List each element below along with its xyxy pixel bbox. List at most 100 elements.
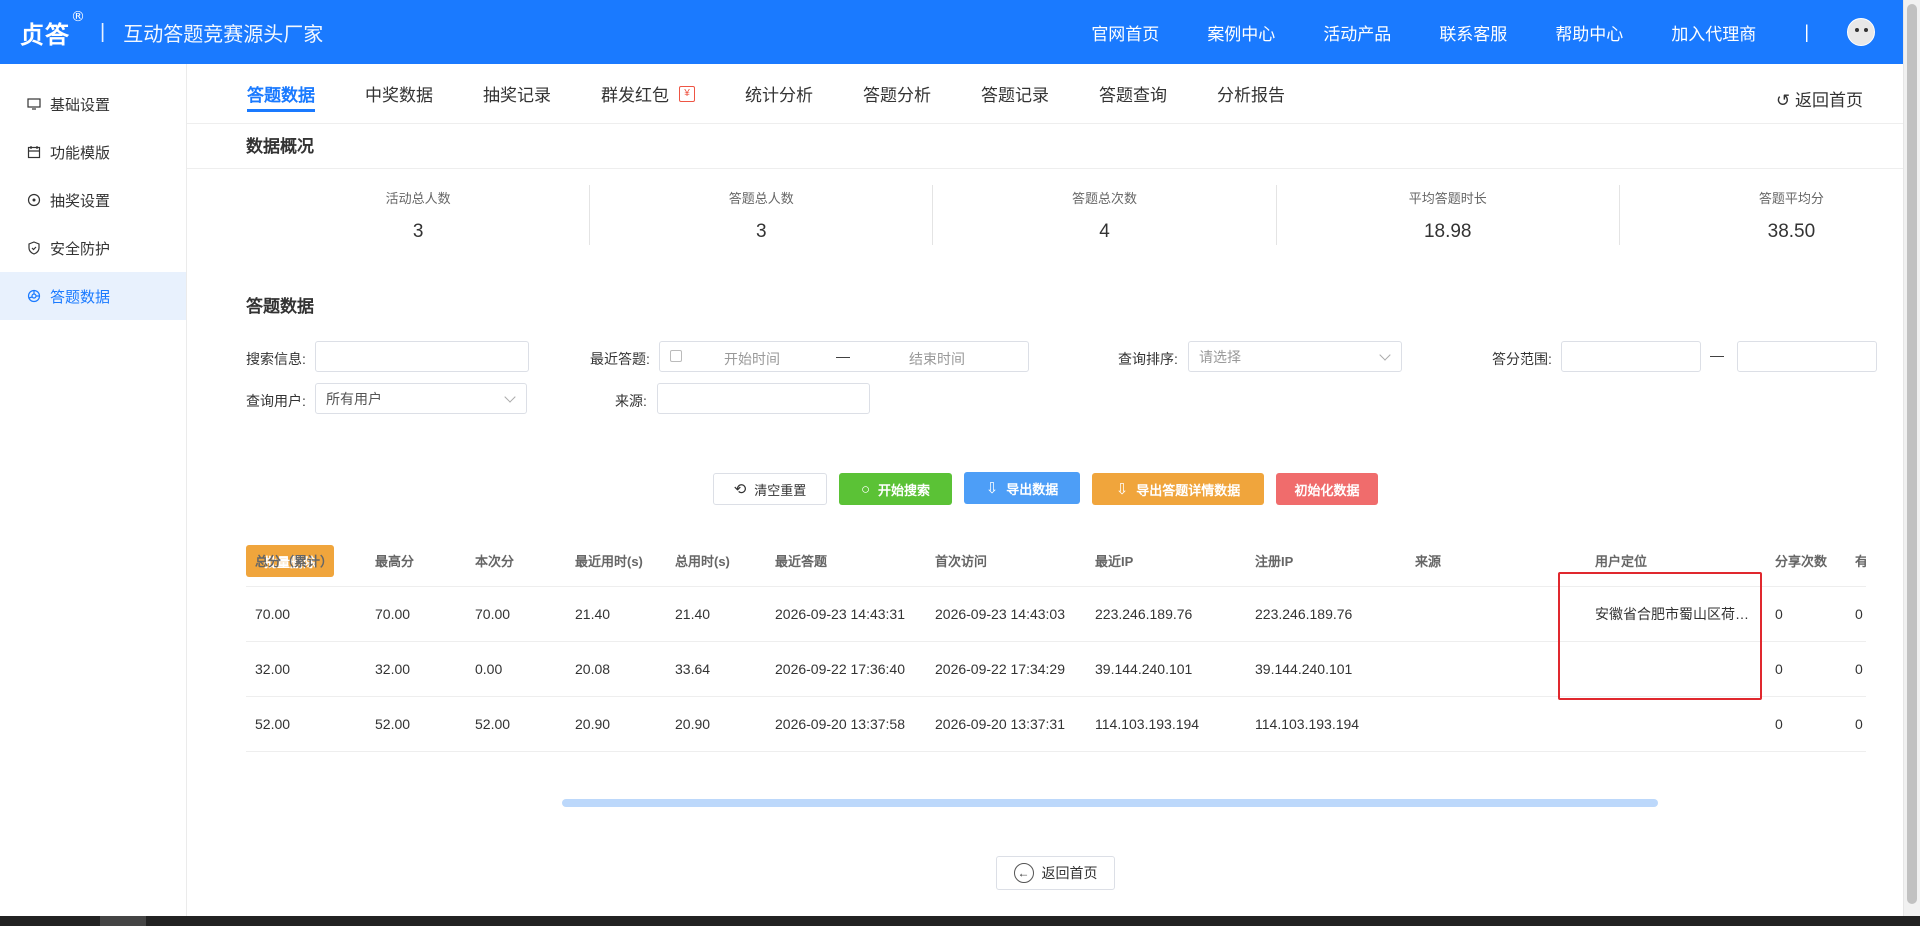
sort-label: 查询排序: [1118, 351, 1178, 367]
sidebar-item-basic-settings[interactable]: 基础设置 [0, 80, 186, 128]
nav-contact[interactable]: 联系客服 [1439, 20, 1507, 45]
export-detail-button[interactable]: ⇩ 导出答题详情数据 [1092, 473, 1264, 505]
nav-divider: | [1804, 21, 1809, 42]
stats-panel: 活动总人数 3 答题总人数 3 答题总次数 4 平均答题时长 18.98 答题平均分 38… [247, 185, 1920, 245]
cell-total-time: 20.90 [675, 716, 711, 732]
search-input[interactable] [315, 341, 529, 372]
answer-data-title: 答题数据 [246, 297, 314, 316]
nav-help[interactable]: 帮助中心 [1555, 20, 1623, 45]
score-range-label: 答分范围: [1492, 351, 1552, 367]
cell-recent-ip: 39.144.240.101 [1095, 661, 1193, 677]
tab-answer-records[interactable]: 答题记录 [981, 64, 1049, 124]
chevron-down-icon [1379, 349, 1391, 361]
sidebar-item-templates[interactable]: 功能模版 [0, 128, 186, 176]
arrow-left-icon: ← [1013, 863, 1034, 883]
start-date-input[interactable]: 开始时间 [724, 349, 780, 369]
recent-answer-label: 最近答题: [590, 351, 650, 367]
col-share-count[interactable]: 分享次数 [1766, 551, 1846, 570]
overview-title: 数据概况 [246, 137, 314, 156]
user-label: 查询用户: [246, 393, 306, 409]
tab-winning-data[interactable]: 中奖数据 [365, 64, 433, 124]
nav-agent[interactable]: 加入代理商 [1671, 20, 1756, 45]
reset-button[interactable]: ⟲ 清空重置 [713, 473, 827, 505]
page-scrollbar[interactable] [1903, 0, 1920, 926]
taskbar [0, 916, 1920, 926]
nav-home[interactable]: 官网首页 [1091, 20, 1159, 45]
tab-red-packet[interactable]: 群发红包 ¥ [601, 64, 695, 124]
col-total-time[interactable]: 总用时(s) [666, 551, 766, 570]
col-first-visit[interactable]: 首次访问 [926, 551, 1086, 570]
col-recent-time[interactable]: 最近用时(s) [566, 551, 666, 570]
brand-slogan: 互动答题竞赛源头厂家 [123, 23, 324, 46]
score-max-input[interactable] [1737, 341, 1877, 372]
sidebar-item-security[interactable]: 安全防护 [0, 224, 186, 272]
tab-bar: 答题数据 中奖数据 抽奖记录 群发红包 ¥ 统计分析 答题分析 答题记录 答题查询… [187, 64, 1903, 124]
top-header: 贞答 ® | 互动答题竞赛源头厂家 官网首页 案例中心 活动产品 联系客服 帮助中… [0, 0, 1903, 64]
table-horizontal-scrollbar[interactable] [562, 799, 1658, 807]
col-recent-ip[interactable]: 最近IP [1086, 551, 1246, 570]
score-range-dash: — [1710, 347, 1724, 363]
refresh-icon: ⟲ [733, 481, 747, 498]
cell-total-time: 33.64 [675, 661, 711, 677]
avatar[interactable] [1847, 18, 1875, 46]
col-max-score[interactable]: 最高分 [366, 551, 466, 570]
cell-truncated: 0 [1855, 661, 1863, 677]
export-button[interactable]: ⇩ 导出数据 [964, 472, 1080, 504]
table-row[interactable]: 52.00 52.00 52.00 20.90 20.90 2026-09-20… [246, 697, 1866, 752]
cell-recent-time: 20.08 [575, 661, 611, 677]
monitor-icon [26, 96, 42, 112]
top-nav: 官网首页 案例中心 活动产品 联系客服 帮助中心 加入代理商 | [1091, 0, 1903, 64]
sidebar-item-lottery[interactable]: 抽奖设置 [0, 176, 186, 224]
col-user-location[interactable]: 用户定位 [1586, 551, 1766, 570]
end-date-input[interactable]: 结束时间 [909, 349, 965, 369]
cell-recent-ip: 114.103.193.194 [1095, 716, 1200, 732]
cell-register-ip: 114.103.193.194 [1255, 716, 1360, 732]
user-select[interactable]: 所有用户 [315, 383, 527, 414]
sidebar-item-answer-data[interactable]: 答题数据 [0, 272, 186, 320]
init-data-button[interactable]: 初始化数据 [1276, 473, 1378, 505]
tab-answer-query[interactable]: 答题查询 [1099, 64, 1167, 124]
col-register-ip[interactable]: 注册IP [1246, 551, 1406, 570]
page-scrollbar-thumb[interactable] [1907, 4, 1917, 904]
cell-register-ip: 39.144.240.101 [1255, 661, 1353, 677]
search-label: 搜索信息: [246, 351, 306, 367]
tab-answer-analysis[interactable]: 答题分析 [863, 64, 931, 124]
col-source[interactable]: 来源 [1406, 551, 1586, 570]
bottom-back-home-button[interactable]: ← 返回首页 [996, 856, 1115, 890]
nav-products[interactable]: 活动产品 [1323, 20, 1391, 45]
shield-icon [26, 240, 42, 256]
taskbar-item[interactable] [100, 916, 146, 926]
search-button[interactable]: ○ 开始搜索 [839, 473, 952, 505]
cell-recent-answer: 2026-09-20 13:37:58 [775, 716, 905, 732]
date-range-picker[interactable]: 开始时间 — 结束时间 [659, 341, 1029, 372]
highlight-box [1558, 572, 1762, 700]
source-label: 来源: [615, 393, 647, 409]
cell-current-score: 52.00 [475, 716, 511, 732]
stat-avg-duration: 平均答题时长 18.98 [1277, 185, 1620, 245]
sidebar: 基础设置 功能模版 抽奖设置 安全防护 答题数据 [0, 64, 187, 916]
nav-cases[interactable]: 案例中心 [1207, 20, 1275, 45]
cell-first-visit: 2026-09-23 14:43:03 [935, 606, 1065, 622]
brand-logo[interactable]: 贞答 ® [20, 9, 85, 50]
col-recent-answer[interactable]: 最近答题 [766, 551, 926, 570]
sort-select[interactable]: 请选择 [1188, 341, 1402, 372]
cell-recent-answer: 2026-09-23 14:43:31 [775, 606, 905, 622]
sidebar-item-label: 答题数据 [50, 288, 111, 306]
cell-share-count: 0 [1775, 606, 1783, 622]
tab-report[interactable]: 分析报告 [1217, 64, 1285, 124]
search-icon: ○ [860, 480, 871, 498]
score-min-input[interactable] [1561, 341, 1701, 372]
tab-answer-data[interactable]: 答题数据 [247, 64, 315, 124]
back-home-link[interactable]: ↺ 返回首页 [1776, 86, 1863, 111]
cell-first-visit: 2026-09-20 13:37:31 [935, 716, 1065, 732]
source-input[interactable] [657, 383, 870, 414]
cell-first-visit: 2026-09-22 17:34:29 [935, 661, 1065, 677]
tab-lottery-records[interactable]: 抽奖记录 [483, 64, 551, 124]
chevron-down-icon [504, 391, 516, 403]
col-current-score[interactable]: 本次分 [466, 551, 566, 570]
tab-statistics[interactable]: 统计分析 [745, 64, 813, 124]
col-total-score[interactable]: 总分（累计） [246, 551, 366, 570]
cell-max-score: 32.00 [375, 661, 411, 677]
col-truncated[interactable]: 有 [1846, 551, 1866, 570]
cell-total-score: 52.00 [255, 716, 291, 732]
